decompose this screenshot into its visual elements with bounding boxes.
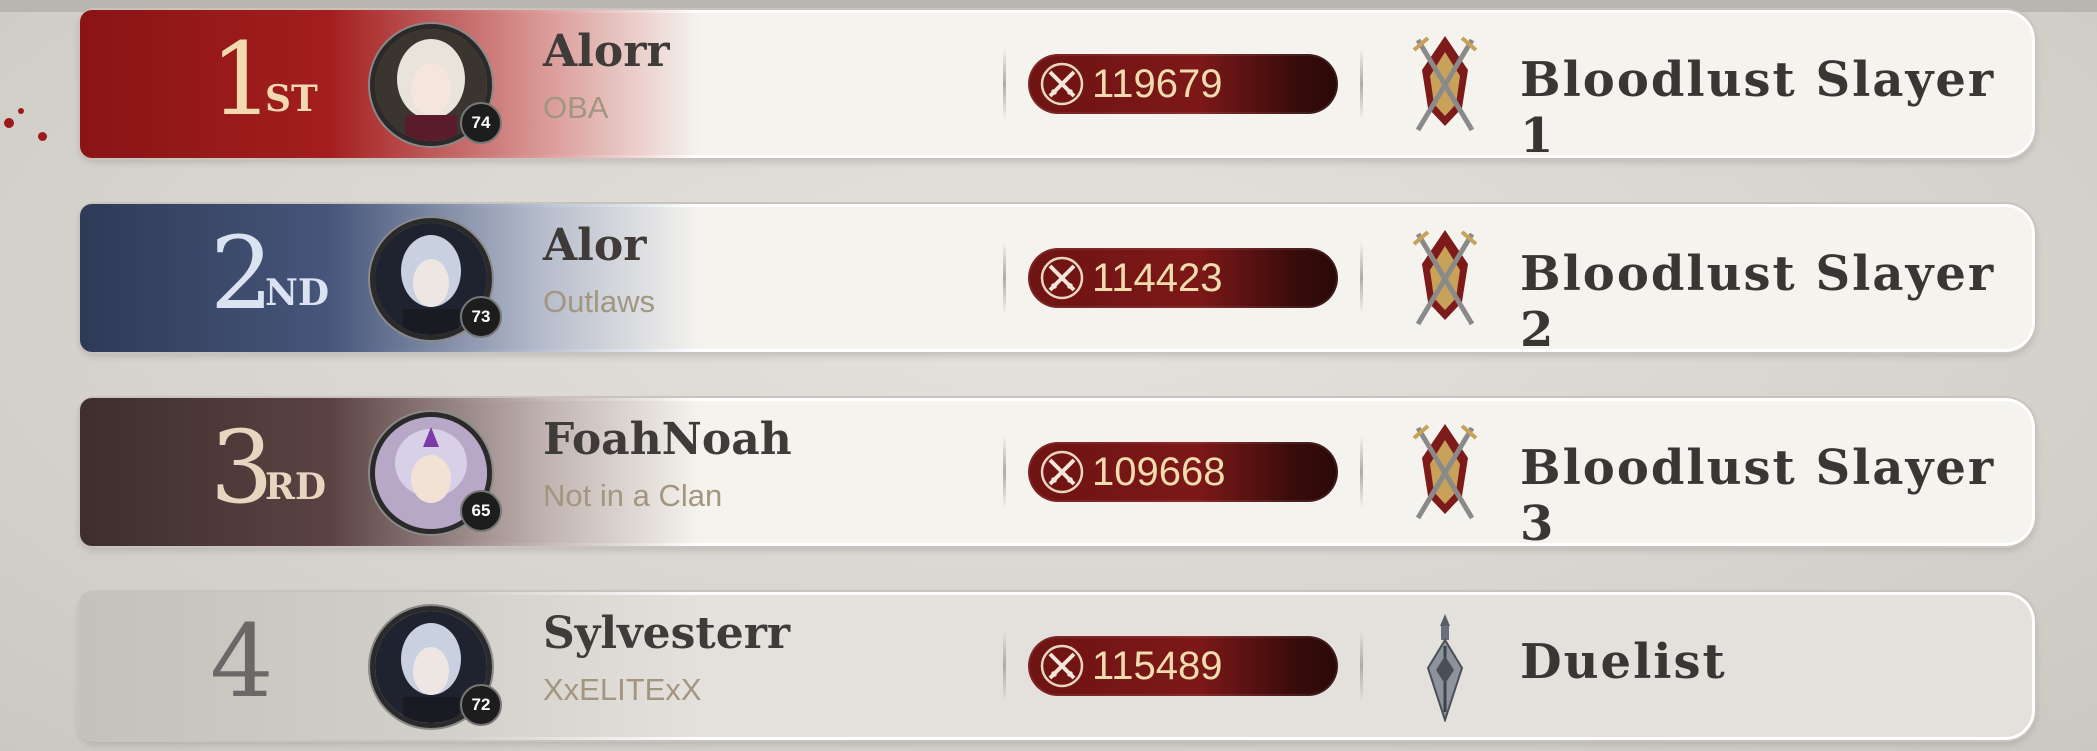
column-divider [1003, 48, 1006, 120]
rank-suffix: ST [265, 78, 318, 120]
crossed-swords-crest-icon [1412, 230, 1478, 326]
player-clan: OBA [543, 90, 609, 125]
rank-suffix: ND [265, 272, 330, 314]
score-value: 114423 [1092, 256, 1223, 300]
column-divider [1360, 630, 1363, 702]
score-pill: 114423 [1028, 248, 1338, 308]
blood-splat-decoration [38, 132, 47, 141]
score-value: 109668 [1092, 450, 1226, 494]
player-clan: Not in a Clan [543, 478, 723, 513]
column-divider [1360, 436, 1363, 508]
score-value: 119679 [1092, 62, 1223, 106]
leaderboard-page: 1 ST 74 Alorr OBA 119679 Bloodlust Slaye… [0, 0, 2097, 751]
column-divider [1360, 48, 1363, 120]
crossed-swords-crest-icon [1412, 36, 1478, 132]
column-divider [1003, 242, 1006, 314]
player-level-badge: 73 [460, 296, 502, 338]
player-name[interactable]: Alor [543, 220, 646, 271]
player-clan: XxELITExX [543, 672, 702, 707]
player-title: Duelist [1520, 634, 1727, 690]
player-level-badge: 74 [460, 102, 502, 144]
blood-splat-decoration [4, 118, 14, 128]
player-clan: Outlaws [543, 284, 655, 319]
leaderboard-row-3[interactable]: 3 RD 65 FoahNoah Not in a Clan 109668 Bl… [80, 398, 2035, 552]
rank-suffix: RD [265, 466, 327, 508]
score-value: 115489 [1092, 644, 1223, 688]
player-name[interactable]: FoahNoah [543, 414, 792, 465]
player-level-badge: 65 [460, 490, 502, 532]
crossed-swords-crest-icon [1412, 424, 1478, 520]
score-pill: 109668 [1028, 442, 1338, 502]
crossed-swords-icon [1040, 450, 1084, 494]
leaderboard-row-1[interactable]: 1 ST 74 Alorr OBA 119679 Bloodlust Slaye… [80, 10, 2035, 164]
crossed-swords-icon [1040, 256, 1084, 300]
blood-splat-decoration [18, 108, 24, 114]
player-title: Bloodlust Slayer 3 [1520, 440, 1996, 552]
rank-number: 4 [210, 603, 274, 720]
sword-emblem-icon [1426, 614, 1464, 722]
player-name[interactable]: Sylvesterr [543, 608, 790, 659]
crossed-swords-icon [1040, 644, 1084, 688]
crossed-swords-icon [1040, 62, 1084, 106]
player-title: Bloodlust Slayer 2 [1520, 246, 1996, 358]
column-divider [1360, 242, 1363, 314]
player-name[interactable]: Alorr [543, 26, 670, 77]
score-pill: 115489 [1028, 636, 1338, 696]
player-level-badge: 72 [460, 684, 502, 726]
player-title: Bloodlust Slayer 1 [1520, 52, 1996, 164]
column-divider [1003, 630, 1006, 702]
score-pill: 119679 [1028, 54, 1338, 114]
leaderboard-row-4[interactable]: 4 72 Sylvesterr XxELITExX 115489 Duelist [80, 592, 2035, 740]
leaderboard-row-2[interactable]: 2 ND 73 Alor Outlaws 114423 Bloodlust Sl… [80, 204, 2035, 358]
column-divider [1003, 436, 1006, 508]
